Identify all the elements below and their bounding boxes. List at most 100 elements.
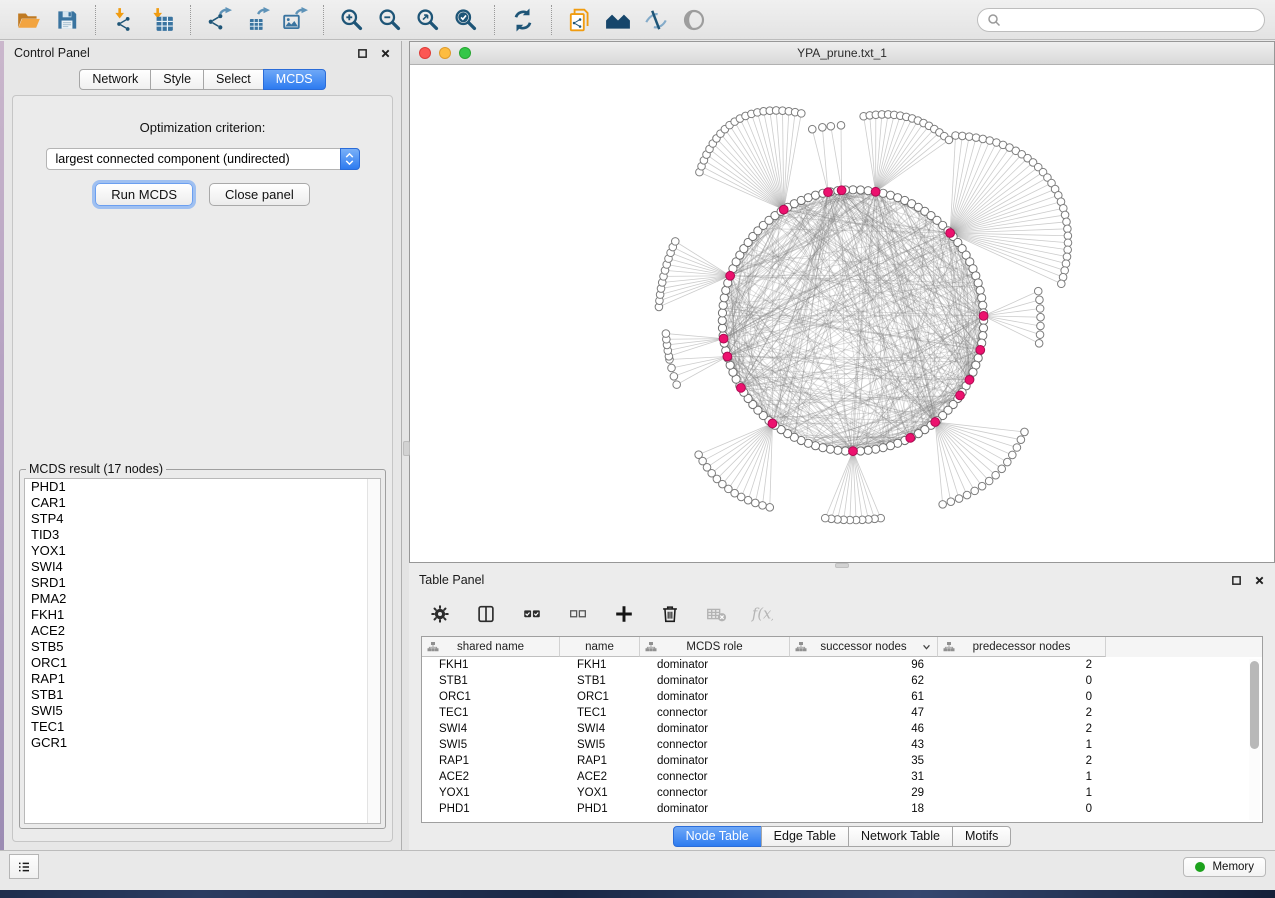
table-row[interactable]: ACE2ACE2connector311: [422, 769, 1262, 785]
table-scrollbar[interactable]: [1249, 659, 1260, 820]
list-item[interactable]: RAP1: [25, 671, 380, 687]
zoom-out-button[interactable]: [373, 4, 407, 36]
network-window-titlebar[interactable]: YPA_prune.txt_1: [410, 42, 1274, 65]
save-button[interactable]: [50, 4, 84, 36]
save-icon: [54, 7, 80, 33]
tab-node-table[interactable]: Node Table: [673, 826, 762, 847]
zoom-in-button[interactable]: [335, 4, 369, 36]
close-panel-button[interactable]: Close panel: [209, 183, 310, 206]
run-mcds-button[interactable]: Run MCDS: [95, 183, 193, 206]
memory-status-icon: [1195, 862, 1205, 872]
search-input[interactable]: [1007, 12, 1255, 28]
list-item[interactable]: SWI5: [25, 703, 380, 719]
table-row[interactable]: RAP1RAP1dominator352: [422, 753, 1262, 769]
column-header-shared-name[interactable]: shared name: [422, 637, 560, 657]
list-item[interactable]: SRD1: [25, 575, 380, 591]
list-scrollbar[interactable]: [367, 479, 380, 823]
list-item[interactable]: ACE2: [25, 623, 380, 639]
export-network-button[interactable]: [202, 4, 236, 36]
refresh-button[interactable]: [506, 4, 540, 36]
list-item[interactable]: FKH1: [25, 607, 380, 623]
table-row[interactable]: PHD1PHD1dominator180: [422, 801, 1262, 817]
cell-MCDS-role: connector: [640, 787, 790, 799]
float-panel-icon[interactable]: [1231, 575, 1242, 586]
maximize-window-icon[interactable]: [459, 47, 471, 59]
tab-edge-table[interactable]: Edge Table: [761, 826, 849, 847]
list-item[interactable]: SWI4: [25, 559, 380, 575]
list-item[interactable]: STP4: [25, 511, 380, 527]
list-item[interactable]: PMA2: [25, 591, 380, 607]
cell-name: PHD1: [560, 803, 640, 815]
export-table-button[interactable]: [240, 4, 274, 36]
task-history-button[interactable]: [9, 854, 39, 879]
network-window-title: YPA_prune.txt_1: [410, 46, 1274, 60]
show-graphics-button[interactable]: [677, 4, 711, 36]
select-all-button[interactable]: [519, 601, 545, 627]
import-table-icon: [149, 7, 175, 33]
tab-mcds[interactable]: MCDS: [263, 69, 326, 90]
table-tabs: Node TableEdge TableNetwork TableMotifs: [673, 826, 1012, 847]
zoom-selected-button[interactable]: [449, 4, 483, 36]
table-row[interactable]: YOX1YOX1connector291: [422, 785, 1262, 801]
list-item[interactable]: TID3: [25, 527, 380, 543]
column-header-predecessor-nodes[interactable]: predecessor nodes: [938, 637, 1106, 657]
memory-button[interactable]: Memory: [1183, 857, 1266, 877]
mcds-result-list[interactable]: PHD1CAR1STP4TID3YOX1SWI4SRD1PMA2FKH1ACE2…: [24, 478, 381, 824]
add-column-button[interactable]: [611, 601, 637, 627]
column-header-successor-nodes[interactable]: successor nodes: [790, 637, 938, 657]
close-panel-icon[interactable]: [380, 48, 391, 59]
network-snapshot-button[interactable]: [563, 4, 597, 36]
horizontal-splitter[interactable]: [409, 563, 1275, 568]
table-row[interactable]: SWI5SWI5connector431: [422, 737, 1262, 753]
cell-predecessor-nodes: 0: [938, 691, 1106, 703]
column-settings-button[interactable]: [427, 601, 453, 627]
hide-graphics-button[interactable]: [639, 4, 673, 36]
criterion-dropdown-value: largest connected component (undirected): [56, 152, 290, 166]
zoom-fit-button[interactable]: [411, 4, 445, 36]
list-item[interactable]: YOX1: [25, 543, 380, 559]
column-header-MCDS-role[interactable]: MCDS role: [640, 637, 790, 657]
list-item[interactable]: TEC1: [25, 719, 380, 735]
list-item[interactable]: STB5: [25, 639, 380, 655]
deselect-all-button[interactable]: [565, 601, 591, 627]
list-item[interactable]: ORC1: [25, 655, 380, 671]
float-panel-icon[interactable]: [357, 48, 368, 59]
open-button[interactable]: [12, 4, 46, 36]
tab-network-table[interactable]: Network Table: [848, 826, 953, 847]
cell-predecessor-nodes: 2: [938, 723, 1106, 735]
table-row[interactable]: ORC1ORC1dominator610: [422, 689, 1262, 705]
cell-predecessor-nodes: 1: [938, 771, 1106, 783]
import-network-button[interactable]: [107, 4, 141, 36]
list-item[interactable]: GCR1: [25, 735, 380, 751]
close-panel-icon[interactable]: [1254, 575, 1265, 586]
tab-network[interactable]: Network: [79, 69, 151, 90]
list-item[interactable]: CAR1: [25, 495, 380, 511]
table-row[interactable]: TEC1TEC1connector472: [422, 705, 1262, 721]
scrollbar-thumb[interactable]: [1250, 661, 1259, 749]
table-row[interactable]: STB1STB1dominator620: [422, 673, 1262, 689]
minimize-window-icon[interactable]: [439, 47, 451, 59]
search-box[interactable]: [977, 8, 1265, 32]
delete-columns-button[interactable]: [657, 601, 683, 627]
table-row[interactable]: SWI4SWI4dominator462: [422, 721, 1262, 737]
splitter-grip[interactable]: [835, 563, 849, 568]
close-window-icon[interactable]: [419, 47, 431, 59]
export-image-button[interactable]: [278, 4, 312, 36]
status-bar: Memory: [0, 850, 1275, 882]
list-item[interactable]: PHD1: [25, 479, 380, 495]
cell-name: RAP1: [560, 755, 640, 767]
criterion-dropdown[interactable]: largest connected component (undirected): [46, 148, 360, 170]
import-table-button[interactable]: [145, 4, 179, 36]
vertical-splitter[interactable]: [402, 41, 409, 850]
tab-select[interactable]: Select: [203, 69, 264, 90]
list-item[interactable]: STB1: [25, 687, 380, 703]
column-header-name[interactable]: name: [560, 637, 640, 657]
splitter-grip[interactable]: [403, 441, 410, 456]
table-row[interactable]: FKH1FKH1dominator962: [422, 657, 1262, 673]
cell-successor-nodes: 31: [790, 771, 938, 783]
tab-motifs[interactable]: Motifs: [952, 826, 1011, 847]
table-mode-button[interactable]: [473, 601, 499, 627]
network-canvas[interactable]: [410, 65, 1274, 562]
tab-style[interactable]: Style: [150, 69, 204, 90]
birds-eye-button[interactable]: [601, 4, 635, 36]
